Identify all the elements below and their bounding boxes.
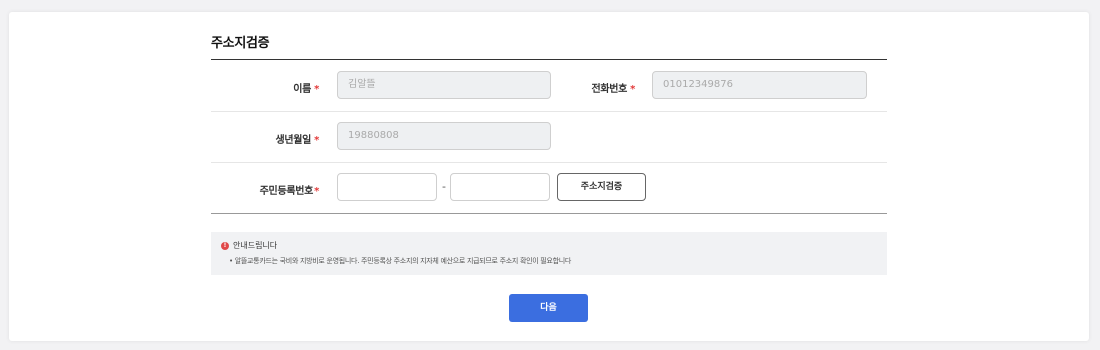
notice-body: • 알뜰교통카드는 국비와 지방비로 운영됩니다. 주민등록상 주소지의 지자체… [229,257,571,265]
resident-number-back-field[interactable] [450,173,550,201]
required-mark: * [314,186,319,197]
birthdate-field[interactable]: 19880808 [337,122,551,150]
form-row-name-phone: 이름 * 김알뜰 전화번호 * 01012349876 [211,60,887,112]
required-mark: * [314,135,319,146]
notice-box: ! 안내드립니다 • 알뜰교통카드는 국비와 지방비로 운영됩니다. 주민등록상… [211,232,887,275]
required-mark: * [314,84,319,95]
form-row-resident-number: 주민등록번호* - 주소지검증 [211,163,887,214]
name-field[interactable]: 김알뜰 [337,71,551,99]
verification-card: 주소지검증 이름 * 김알뜰 전화번호 * 01012349876 생년월일 * 19… [9,12,1089,341]
next-button[interactable]: 다음 [509,294,588,322]
phone-label: 전화번호 * [591,84,635,95]
resident-number-separator: - [442,180,446,193]
form-row-birthdate: 생년월일 * 19880808 [211,112,887,163]
phone-field[interactable]: 01012349876 [652,71,867,99]
resident-number-front-field[interactable] [337,173,437,201]
birthdate-label: 생년월일 * [275,135,319,146]
address-verify-button[interactable]: 주소지검증 [557,173,646,201]
resident-number-label: 주민등록번호* [259,186,320,197]
page-title: 주소지검증 [211,36,270,51]
name-label: 이름 * [293,84,319,95]
notice-heading: ! 안내드립니다 [221,240,277,251]
info-icon: ! [221,241,229,250]
required-mark: * [630,84,635,95]
